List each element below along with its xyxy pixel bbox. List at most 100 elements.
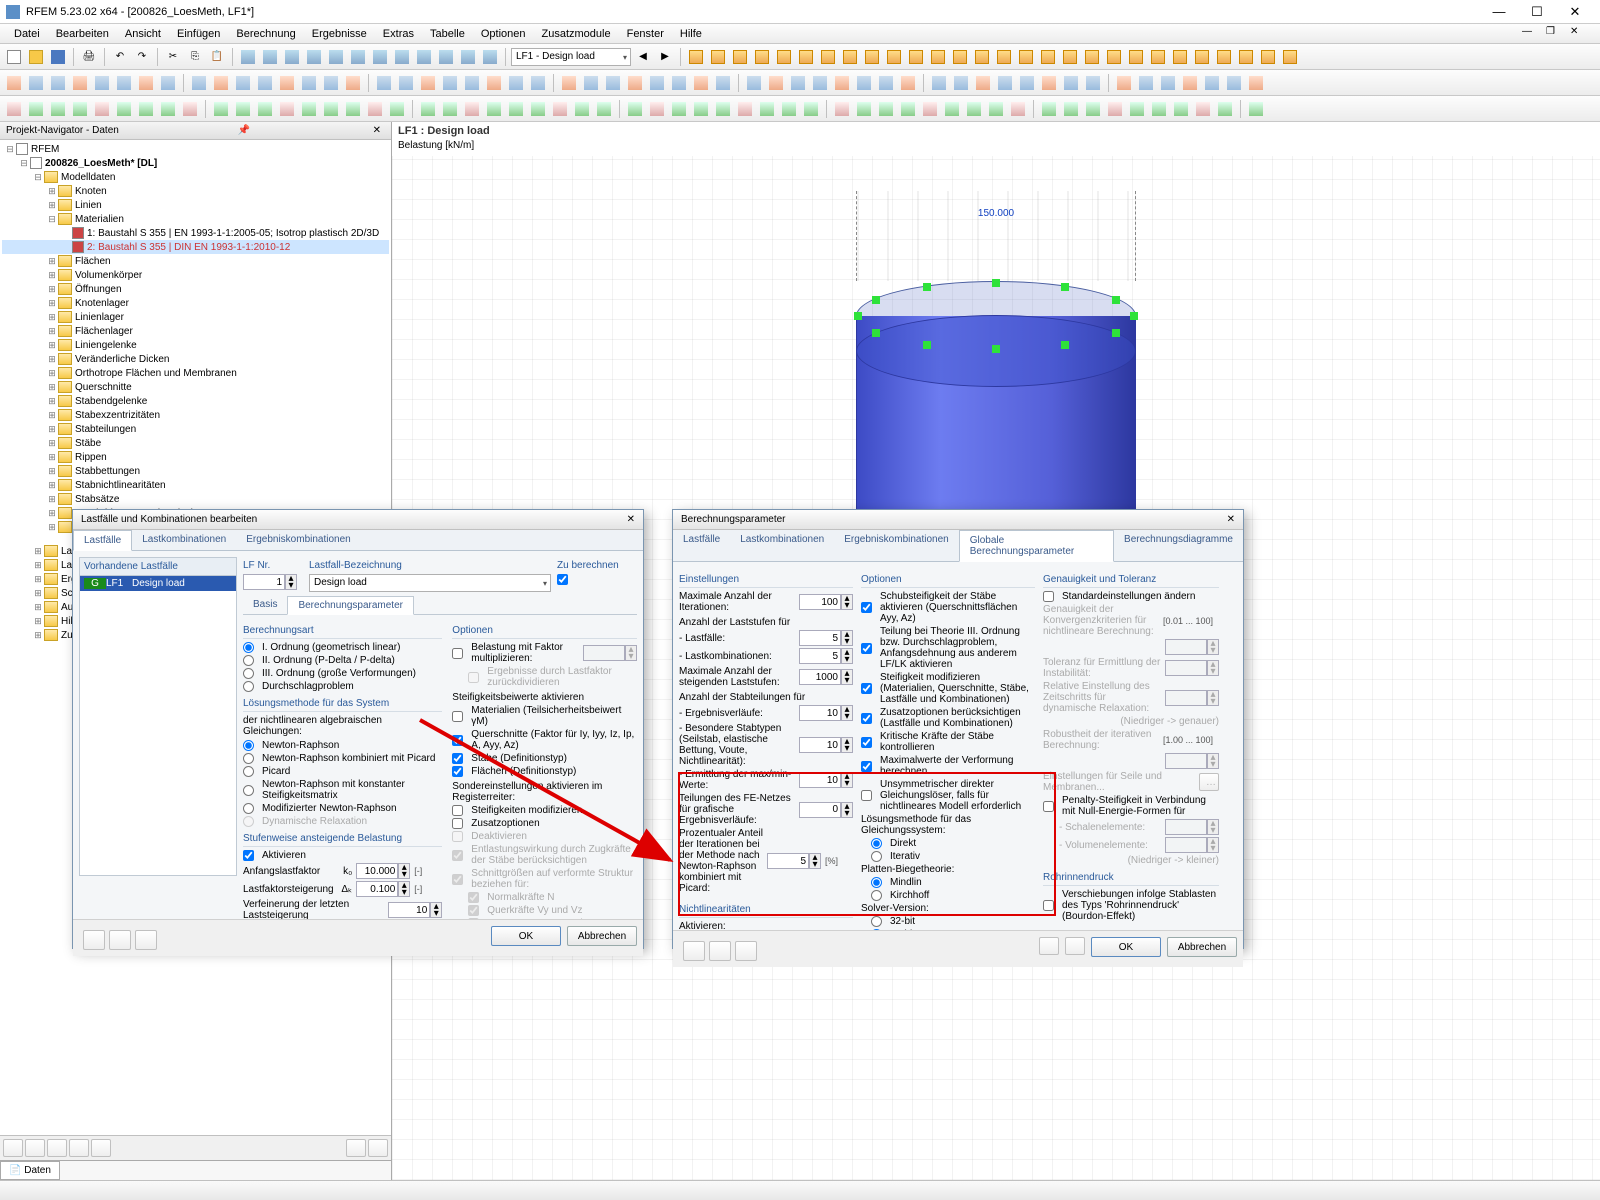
list-item[interactable]: G LF1 Design load [80,576,236,591]
menu-extras[interactable]: Extras [375,26,422,42]
navigator-close-icon[interactable]: ✕ [369,125,385,136]
tree-item[interactable]: ⊞Volumenkörper [2,268,389,282]
tool-icon[interactable] [1246,73,1266,93]
nav-tool-icon[interactable] [91,1139,111,1157]
menu-zusatzmodule[interactable]: Zusatzmodule [534,26,619,42]
opt2-schub-check[interactable] [861,602,872,613]
tool-icon[interactable] [233,99,253,119]
tool-icon[interactable] [964,99,984,119]
tool-icon[interactable] [1149,99,1169,119]
std-check[interactable] [1043,591,1054,602]
tool-icon[interactable] [929,73,949,93]
tool-icon[interactable] [625,99,645,119]
tool-icon[interactable] [1060,47,1080,67]
tool-icon[interactable] [4,73,24,93]
tool-icon[interactable] [158,73,178,93]
tool-icon[interactable] [1008,99,1028,119]
tree-item[interactable]: ⊞Knotenlager [2,296,389,310]
tool-icon[interactable] [854,73,874,93]
tool-icon[interactable] [392,47,412,67]
tree-item[interactable]: ⊞Öffnungen [2,282,389,296]
tool-icon[interactable] [321,99,341,119]
tool-icon[interactable] [70,99,90,119]
menu-einfuegen[interactable]: Einfügen [169,26,228,42]
opt-stab-check[interactable] [452,753,463,764]
paste-icon[interactable]: 📋 [207,47,227,67]
tab2-lf[interactable]: Lastfälle [673,530,730,561]
mdi-close-icon[interactable]: ✕ [1570,26,1594,42]
tool-icon[interactable] [752,47,772,67]
tree-item[interactable]: ⊞Flächenlager [2,324,389,338]
tool-icon[interactable] [796,47,816,67]
tool-icon[interactable] [951,73,971,93]
tool-icon[interactable] [348,47,368,67]
menu-optionen[interactable]: Optionen [473,26,534,42]
tool-icon[interactable] [1114,73,1134,93]
tool-icon[interactable] [730,47,750,67]
tool-icon[interactable] [862,47,882,67]
cancel-button[interactable]: Abbrechen [567,926,637,946]
tool-icon[interactable] [1136,73,1156,93]
tool-icon[interactable] [594,99,614,119]
menu-fenster[interactable]: Fenster [619,26,672,42]
subtab-basis[interactable]: Basis [243,596,287,614]
tool-icon[interactable] [1105,99,1125,119]
tool-icon[interactable] [26,73,46,93]
cut-icon[interactable]: ✂ [163,47,183,67]
redo-icon[interactable]: ↷ [132,47,152,67]
dlg-tool-icon[interactable] [1065,937,1085,955]
tool-icon[interactable] [1192,47,1212,67]
tool-icon[interactable] [321,73,341,93]
tool-icon[interactable] [114,73,134,93]
sv-64-radio[interactable] [871,929,882,930]
tree-item[interactable]: ⊞Linienlager [2,310,389,324]
tool-icon[interactable] [559,73,579,93]
tool-icon[interactable] [299,73,319,93]
tool-icon[interactable] [211,73,231,93]
opt2-unsym-check[interactable] [861,790,872,801]
menu-berechnung[interactable]: Berechnung [228,26,303,42]
tool-icon[interactable] [440,99,460,119]
maxiter-input[interactable]: ▴▾ [799,594,853,610]
tool-icon[interactable] [304,47,324,67]
tool-icon[interactable] [854,99,874,119]
order2-radio[interactable] [243,655,254,666]
tool-icon[interactable] [986,99,1006,119]
tree-item[interactable]: ⊞Querschnitte [2,380,389,394]
tool-icon[interactable] [744,73,764,93]
tool-icon[interactable] [876,99,896,119]
tool-icon[interactable] [920,99,940,119]
opt2-zusatz-check[interactable] [861,713,872,724]
tool-icon[interactable] [898,99,918,119]
tool-icon[interactable] [818,47,838,67]
tool-icon[interactable] [233,73,253,93]
tool-icon[interactable] [1083,99,1103,119]
tool-icon[interactable] [70,73,90,93]
tool-icon[interactable] [1061,99,1081,119]
nav-tool-icon[interactable] [25,1139,45,1157]
tool-icon[interactable] [277,99,297,119]
ls-lf-input[interactable]: ▴▾ [799,630,853,646]
tool-icon[interactable] [669,73,689,93]
menu-ansicht[interactable]: Ansicht [117,26,169,42]
tool-icon[interactable] [462,99,482,119]
tool-icon[interactable] [1083,73,1103,93]
opt2-maxver-check[interactable] [861,761,872,772]
tool-icon[interactable] [343,73,363,93]
tool-icon[interactable] [1127,99,1147,119]
menu-bearbeiten[interactable]: Bearbeiten [48,26,117,42]
dialog-loadcases-title[interactable]: Lastfälle und Kombinationen bearbeiten ✕ [73,510,643,530]
dlg-tool-icon[interactable] [109,930,131,950]
aktivieren-check[interactable] [243,850,254,861]
dlg-tool-icon[interactable] [735,941,757,961]
tool-icon[interactable] [396,73,416,93]
div-erg-input[interactable]: ▴▾ [799,705,853,721]
tool-icon[interactable] [282,47,302,67]
tool-icon[interactable] [972,47,992,67]
tool-icon[interactable] [1224,73,1244,93]
tool-icon[interactable] [260,47,280,67]
tool-icon[interactable] [211,99,231,119]
tool-icon[interactable] [832,73,852,93]
opt-faktor-check[interactable] [452,648,463,659]
tool-icon[interactable] [708,47,728,67]
